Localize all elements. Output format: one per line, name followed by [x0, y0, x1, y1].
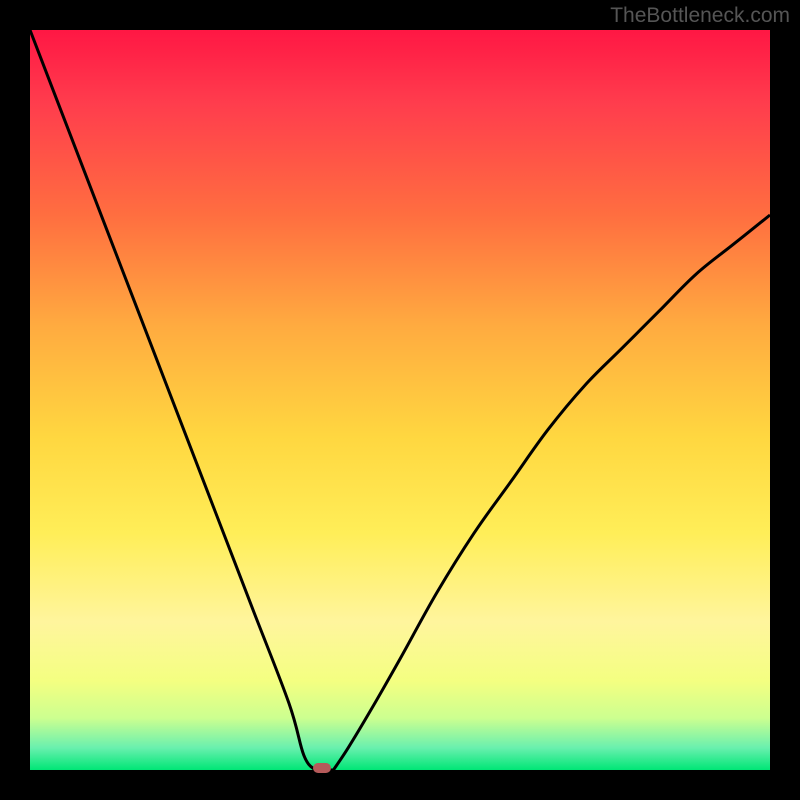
optimal-marker: [313, 763, 331, 773]
watermark-text: TheBottleneck.com: [610, 4, 790, 28]
plot-area: [30, 30, 770, 770]
curve-right-path: [333, 215, 770, 770]
chart-container: TheBottleneck.com: [0, 0, 800, 800]
curve-left-path: [30, 30, 315, 770]
bottleneck-curve: [30, 30, 770, 770]
